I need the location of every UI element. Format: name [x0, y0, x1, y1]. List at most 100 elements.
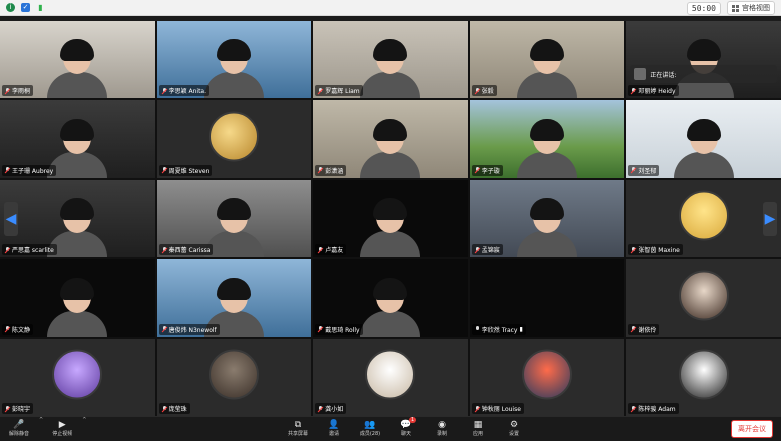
previous-page-arrow-icon[interactable]: ◀	[4, 202, 18, 236]
grid-view-icon	[732, 4, 739, 12]
participant-tile[interactable]: 谢依伶	[626, 259, 781, 337]
participant-name-label: 周夏维 Steven	[158, 164, 213, 176]
microphone-muted-icon	[162, 246, 167, 253]
participant-name-label: 严思嘉 scarlite	[2, 244, 57, 256]
network-signal-icon[interactable]: ▮	[36, 3, 45, 12]
participant-name: 孟锦宸	[481, 247, 500, 255]
share-screen-label: 共享屏幕	[287, 431, 308, 437]
participant-name-label: 张毅	[471, 85, 497, 97]
participant-tile[interactable]: 彭潇涵	[313, 100, 468, 178]
microphone-muted-icon	[318, 246, 323, 253]
participant-name-label: 李雨桐	[2, 85, 34, 97]
members-label: 成员(28)	[359, 431, 381, 437]
chat-button[interactable]: 💬 1 聊天	[393, 417, 419, 441]
participant-tile[interactable]: 李雨桐	[0, 21, 155, 99]
participant-tile[interactable]: 戴思琦 Rolly	[313, 259, 468, 337]
participant-avatar	[208, 111, 259, 162]
participant-video	[517, 39, 578, 99]
participant-name: 彭晓宇	[12, 406, 31, 413]
participant-name: 戴思琦 Rolly	[325, 326, 360, 334]
video-options-chevron-icon[interactable]: ^	[82, 417, 86, 441]
participant-video	[203, 39, 264, 99]
participant-tile[interactable]: 周夏维 Steven	[156, 100, 312, 178]
participant-tile[interactable]: 正在讲话: 邓丽婷 Heidy	[626, 21, 781, 99]
security-shield-icon[interactable]: ✓	[21, 3, 30, 12]
participant-tile[interactable]: 钟秋丽 Louise	[469, 338, 625, 416]
participant-tile[interactable]: 陈梓骏 Adam	[626, 338, 781, 416]
participant-tile[interactable]: 严思嘉 scarlite	[0, 179, 155, 258]
participant-name-label: 彭晓宇	[2, 403, 34, 414]
microphone-muted-icon	[5, 87, 10, 94]
participant-video	[47, 118, 108, 178]
participant-name: 王子珊 Aubrey	[12, 167, 54, 175]
participant-video	[360, 39, 421, 99]
microphone-muted-icon	[318, 326, 323, 332]
participant-tile[interactable]: 卢嘉友	[313, 179, 468, 258]
participant-tile[interactable]: 秦西蕾 Carissa	[156, 179, 312, 258]
participant-name: 张毅	[481, 88, 494, 96]
microphone-muted-icon	[475, 167, 480, 173]
apps-button[interactable]: ▦ 应用	[465, 417, 491, 441]
participant-video	[360, 277, 421, 337]
participant-tile[interactable]: 王子珊 Aubrey	[0, 100, 155, 178]
participant-name: 李欣然 Tracy	[481, 326, 518, 334]
participant-tile[interactable]: 李思颖 Anita.	[156, 21, 312, 99]
microphone-muted-icon	[631, 87, 636, 94]
participant-tile[interactable]: 李子璇	[469, 100, 625, 178]
invite-label: 邀请	[328, 431, 339, 437]
microphone-muted-icon	[162, 167, 167, 173]
participant-tile[interactable]: 陈文静	[0, 259, 155, 337]
participant-video	[47, 277, 108, 337]
participant-tile[interactable]: 孟锦宸	[469, 179, 625, 258]
participant-name-label: 陈文静	[2, 323, 34, 335]
participant-tile[interactable]: 唐俊炜 N3newolf	[156, 259, 312, 337]
top-bar: i ✓ ▮ 50:00 宫格视图	[0, 0, 781, 16]
participant-tile[interactable]: 李欣然 Tracy ▮	[469, 259, 625, 337]
stop-video-button[interactable]: ▶ 停止视频	[49, 417, 75, 441]
participant-name-label: 孟锦宸	[471, 244, 503, 256]
next-page-arrow-icon[interactable]: ▶	[763, 202, 777, 236]
view-switch-button[interactable]: 宫格视图	[727, 1, 775, 15]
participant-name-label: 戴思琦 Rolly	[315, 323, 363, 335]
record-button[interactable]: ◉ 录制	[429, 417, 455, 441]
participant-name: 庞莹珠	[168, 406, 187, 413]
participant-name: 陈文静	[12, 326, 31, 334]
participant-name-label: 王子珊 Aubrey	[2, 164, 57, 176]
participant-tile[interactable]: 庞莹珠	[156, 338, 312, 416]
chat-unread-badge: 1	[409, 417, 417, 423]
microphone-muted-icon	[318, 167, 323, 173]
share-screen-button[interactable]: ⧉ 共享屏幕	[285, 417, 311, 441]
participant-tile[interactable]: 张智茵 Maxine	[626, 179, 781, 258]
invite-button[interactable]: 👤 邀请	[321, 417, 347, 441]
participant-avatar	[522, 349, 573, 400]
participant-tile[interactable]: 张毅	[469, 21, 625, 99]
participant-name-label: 钟秋丽 Louise	[471, 403, 524, 414]
participant-name: 卢嘉友	[325, 247, 344, 255]
participant-name-label: 张智茵 Maxine	[628, 244, 683, 256]
participant-tile[interactable]: 刘圣郁	[626, 100, 781, 178]
participant-name: 唐俊炜 N3newolf	[168, 326, 217, 334]
participant-tile[interactable]: 彭晓宇	[0, 338, 155, 416]
participant-name: 罗嘉辉 Liam	[325, 88, 360, 96]
view-label: 宫格视图	[742, 4, 770, 12]
audio-level-icon: ▮	[519, 325, 523, 333]
participant-name-label: 卢嘉友	[315, 244, 347, 256]
microphone-muted-icon	[631, 326, 636, 332]
microphone-muted-icon	[318, 405, 323, 412]
participant-name-label: 李子璇	[471, 164, 503, 176]
leave-meeting-button[interactable]: 离开会议	[731, 420, 773, 438]
participant-video	[517, 118, 578, 178]
audio-options-chevron-icon[interactable]: ^	[39, 417, 43, 441]
microphone-muted-icon	[631, 167, 636, 173]
speaker-thumbnail	[634, 68, 647, 80]
unmute-button[interactable]: 🎤 解除静音	[6, 417, 32, 441]
participant-avatar	[678, 349, 729, 400]
meeting-info-icon[interactable]: i	[6, 3, 15, 12]
members-button[interactable]: 👥 成员(28)	[357, 417, 383, 441]
settings-button[interactable]: ⚙ 设置	[501, 417, 527, 441]
participant-video	[360, 118, 421, 178]
participant-tile[interactable]: 龚小如	[313, 338, 468, 416]
participant-video	[360, 198, 421, 258]
participant-avatar	[678, 190, 729, 241]
participant-tile[interactable]: 罗嘉辉 Liam	[313, 21, 468, 99]
